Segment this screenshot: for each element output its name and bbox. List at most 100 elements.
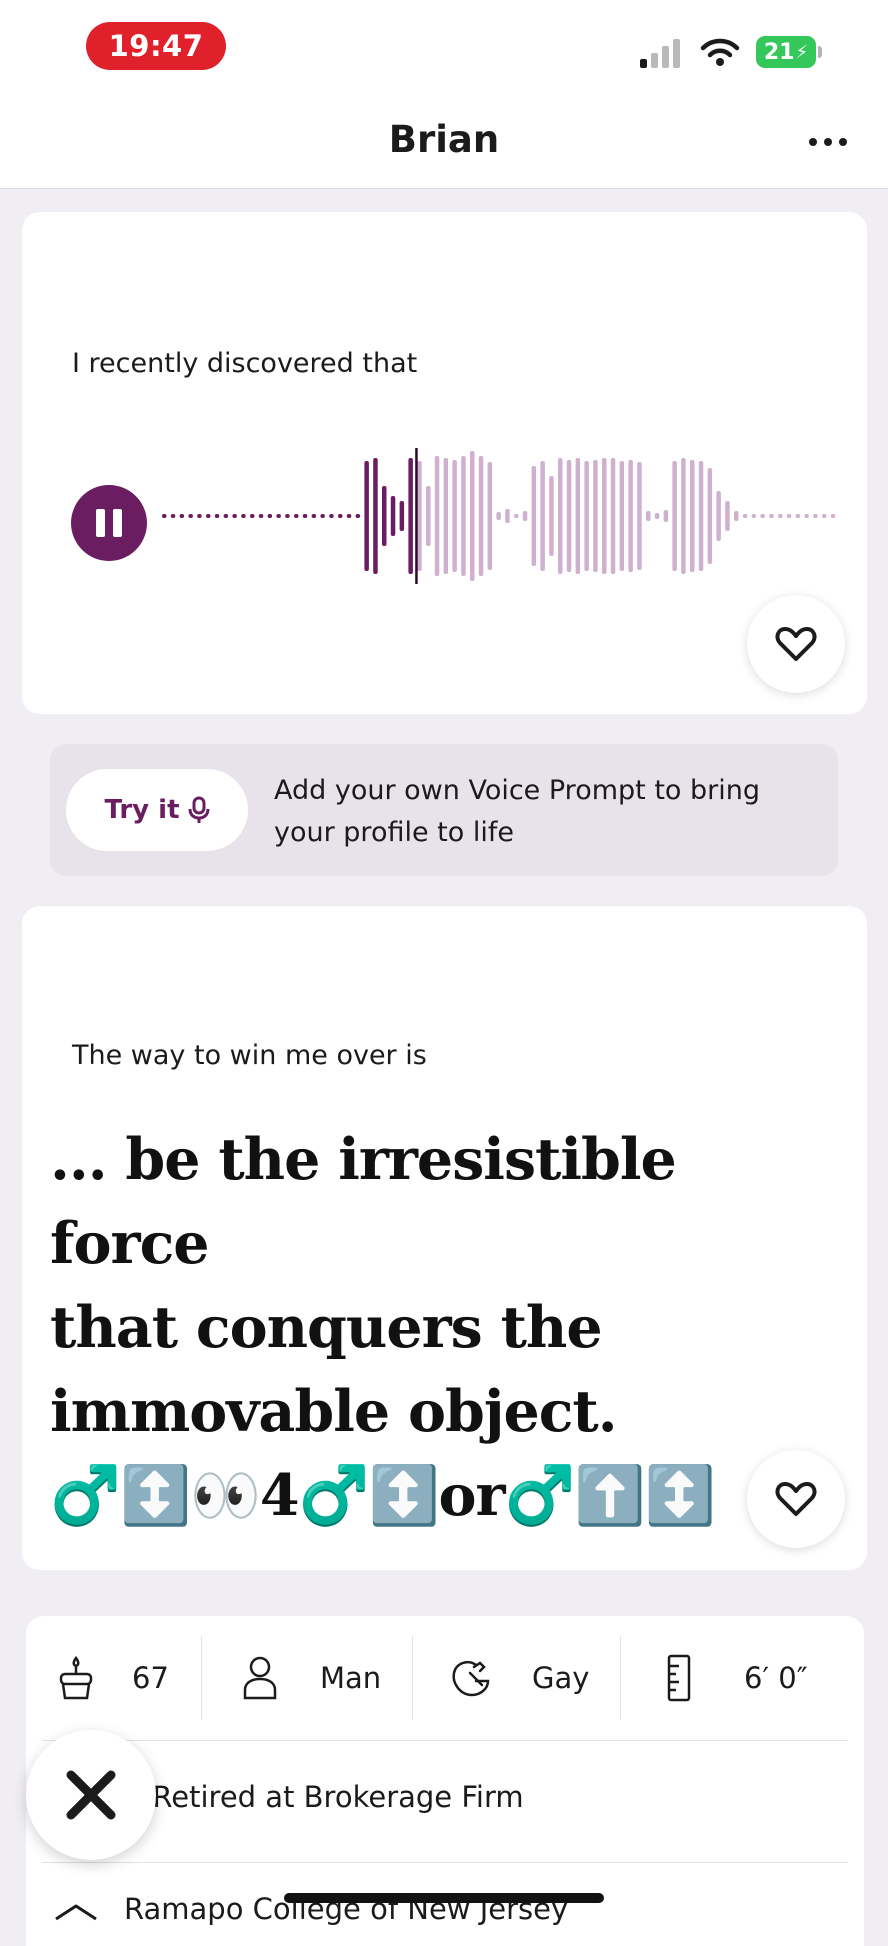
voice-prompt-card: I recently discovered that [22,212,867,714]
try-it-label: Try it [104,795,180,825]
waveform-bar [725,501,730,531]
waveform-bar [822,514,827,518]
more-dots-icon[interactable] [798,122,858,162]
close-x-icon[interactable] [26,1730,156,1860]
waveform-bar [329,514,334,518]
waveform-bar [179,514,185,518]
divider [620,1636,621,1720]
waveform-bar [531,466,537,566]
waveform-bar [302,514,308,518]
waveform-bar [170,514,176,518]
cellular-signal-icon [640,38,684,68]
waveform-bar [382,486,387,546]
waveform-bar [549,476,554,556]
waveform-bar [285,514,290,518]
waveform-bar [637,462,642,570]
orientation-cell: Gay [450,1616,589,1740]
waveform-bar [690,460,695,572]
text-prompt-label: The way to win me over is [72,1040,427,1071]
voice-prompt-label: I recently discovered that [72,348,418,379]
gender-value: Man [320,1661,382,1695]
waveform-bar [786,514,792,518]
waveform-bar [408,458,413,574]
divider [42,1740,848,1741]
waveform-bar [778,514,783,518]
gender-cell: Man [242,1616,381,1740]
waveform-bar [566,460,572,572]
person-icon [243,1656,277,1700]
waveform-bar [346,514,352,518]
answer-line: ♂️↕️👀4♂️↕️or♂️⬆️↕️ [50,1462,715,1529]
waveform-bar [795,514,801,518]
waveform-bar [698,461,704,571]
waveform-bar [654,513,660,519]
answer-line: ... be the irresistible force [50,1126,677,1277]
waveform-bar [610,458,616,574]
waveform-bar [681,458,686,574]
waveform-bar [258,514,264,518]
waveform-bar [162,514,167,518]
waveform-bar [813,514,818,518]
ruler-icon [667,1654,691,1702]
waveform-bar [267,514,273,518]
waveform-bar [311,514,317,518]
waveform-bar [584,461,589,571]
waveform-bar [496,512,501,520]
voice-prompt-banner: Try it Add your own Voice Prompt to brin… [50,744,838,876]
playhead[interactable] [415,448,418,584]
waveform-bar [188,514,193,518]
waveform-bar [452,460,457,572]
waveform-bar [434,456,440,576]
waveform-bar [320,514,325,518]
waveform-bar [390,496,396,536]
audio-waveform[interactable] [162,448,842,584]
charging-bolt-icon: ⚡ [795,41,809,63]
waveform-bar [461,456,466,576]
waveform-bar [250,514,255,518]
waveform-bar [223,514,229,518]
waveform-bar [355,514,361,518]
waveform-bar [751,514,757,518]
waveform-bar [373,458,378,574]
orientation-icon [452,1661,490,1697]
waveform-bar [646,511,651,521]
waveform-bar [602,458,607,574]
try-it-button[interactable]: Try it [66,769,248,851]
waveform-bar [426,486,431,546]
waveform-bar [214,514,220,518]
pause-icon[interactable] [71,485,147,561]
waveform-bar [241,514,246,518]
answer-line: that conquers the [50,1294,603,1361]
waveform-bar [593,460,598,572]
age-value: 67 [132,1661,169,1695]
waveform-bar [742,514,748,518]
waveform-bar [364,461,369,571]
waveform-bar [487,462,493,570]
waveform-bar [672,461,677,571]
divider [412,1636,413,1720]
waveform-bar [478,456,484,576]
birthday-cake-icon [59,1655,93,1700]
battery-level: 21 [763,39,795,65]
waveform-bar [760,514,765,518]
waveform-bar [338,514,343,518]
age-cell: 67 [56,1616,169,1740]
waveform-bar [734,511,739,521]
waveform-bar [830,514,836,518]
waveform-bar [232,514,237,518]
graduation-cap-icon [55,1904,97,1921]
waveform-bar [558,458,563,574]
waveform-bar [575,458,581,574]
waveform-bar [522,511,528,521]
height-cell: 6′ 0″ [666,1616,808,1740]
answer-line: immovable object. [50,1378,618,1445]
waveform-bar [628,460,633,572]
divider [201,1636,202,1720]
profile-header: Brian [0,100,888,189]
waveform-bar [276,514,281,518]
divider [42,1862,848,1863]
waveform-bar [197,514,202,518]
height-value: 6′ 0″ [744,1661,808,1695]
heart-outline-icon[interactable] [747,595,845,693]
waveform-bar [707,468,713,564]
